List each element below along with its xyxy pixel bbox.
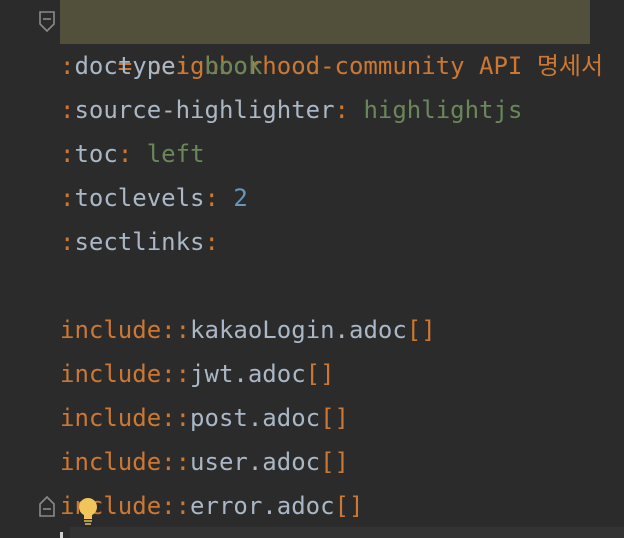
fold-open-icon[interactable] [38,10,56,34]
horizontal-scrollbar[interactable] [70,527,624,538]
include-keyword: include:: [60,404,191,432]
attribute-name: sectlinks [74,228,205,256]
include-brackets: [] [305,360,335,388]
fold-close-icon[interactable] [38,494,56,518]
attribute-value: 2 [233,184,248,212]
include-line-jwt[interactable]: include::jwt.adoc[] [60,352,335,396]
attribute-line-toc[interactable]: :toc: left [60,132,205,176]
include-keyword: include:: [60,448,191,476]
text-caret [60,532,63,538]
attribute-name: toc [74,140,118,168]
attribute-value: book [204,52,263,80]
editor-gutter [0,0,58,538]
include-brackets: [] [320,404,349,432]
include-line-kakaologin[interactable]: include::kakaoLogin.adoc[] [60,308,436,352]
include-line-error[interactable]: include::error.adoc[] [60,484,363,528]
attribute-name: toclevels [74,184,205,212]
include-path: kakaoLogin.adoc [190,316,407,344]
include-brackets: [] [406,316,436,344]
attribute-line-toclevels[interactable]: :toclevels: 2 [60,176,248,220]
attribute-name: source-highlighter [74,96,335,124]
attr-separator: : [117,140,147,168]
attr-colon: : [60,228,75,256]
include-brackets: [] [334,492,364,520]
document-title-line[interactable]: = neighborhood-community API 명세서 [60,0,603,80]
attribute-name: doctype [74,52,176,80]
code-editor[interactable]: = neighborhood-community API 명세서 :doctyp… [0,0,624,538]
attribute-value: left [146,140,205,168]
attr-colon: : [60,184,75,212]
include-keyword: include:: [60,360,191,388]
intention-bulb-icon[interactable] [76,495,100,527]
attr-separator: : [204,184,234,212]
include-line-user[interactable]: include::user.adoc[] [60,440,349,484]
include-path: post.adoc [190,404,321,432]
attribute-line-source-highlighter[interactable]: :source-highlighter: highlightjs [60,88,522,132]
include-path: user.adoc [190,448,321,476]
include-line-post[interactable]: include::post.adoc[] [60,396,349,440]
attr-colon: : [60,52,75,80]
include-path: jwt.adoc [190,360,306,388]
attribute-line-doctype[interactable]: :doctype: book [60,44,262,88]
attr-separator: : [334,96,364,124]
attribute-value: highlightjs [363,96,523,124]
include-keyword: include:: [60,316,191,344]
attr-colon: : [60,140,75,168]
attribute-line-sectlinks[interactable]: :sectlinks: [60,220,219,264]
attr-separator: : [175,52,205,80]
attr-colon: : [60,96,75,124]
include-brackets: [] [320,448,349,476]
attr-separator: : [204,228,219,256]
include-path: error.adoc [190,492,335,520]
